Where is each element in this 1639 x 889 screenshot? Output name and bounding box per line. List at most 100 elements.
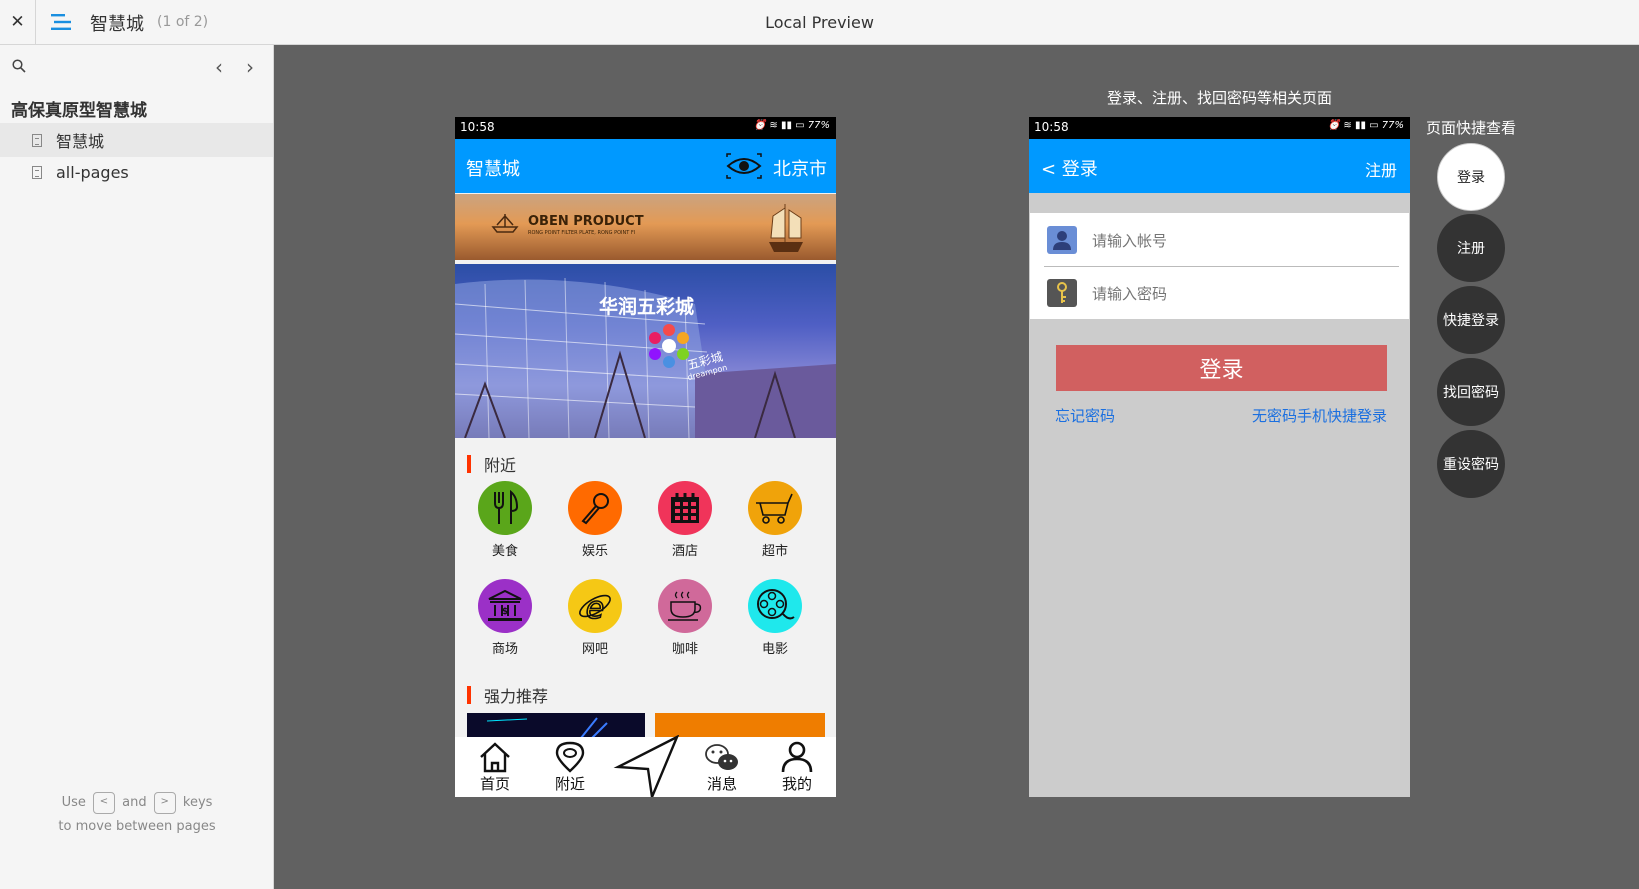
microphone-icon	[568, 481, 622, 535]
category-food[interactable]: 美食	[470, 481, 540, 559]
account-icon	[1047, 226, 1077, 254]
eye-icon[interactable]	[726, 153, 762, 179]
register-link[interactable]: 注册	[1365, 157, 1397, 181]
recommend-section-heading: 强力推荐	[467, 683, 548, 707]
fork-knife-icon	[478, 481, 532, 535]
internet-icon: e	[568, 579, 622, 633]
tab-navigate[interactable]	[605, 735, 685, 797]
category-mall[interactable]: $ 商场	[470, 579, 540, 657]
status-time: 10:58	[460, 120, 495, 134]
quick-view-reset-password[interactable]: 重设密码	[1437, 430, 1505, 498]
previous-page-button[interactable]: ‹	[215, 55, 223, 79]
tab-label: 首页	[479, 775, 510, 793]
section-bar	[467, 455, 471, 473]
mall-title: 华润五彩城	[599, 296, 695, 318]
home-icon	[480, 742, 510, 773]
sidebar: ‹ › 高保真原型智慧城 智慧城 all-pages Use < and > k…	[0, 45, 274, 889]
bank-icon: $	[478, 579, 532, 633]
status-bar: 10:58 ⏰ ≋ ▮▮ ▭ 77%	[1029, 117, 1410, 139]
navigation-arrow-icon	[613, 735, 680, 797]
page-item-label: all-pages	[56, 162, 129, 182]
quick-view-quick-login[interactable]: 快捷登录	[1437, 286, 1505, 354]
cart-icon	[748, 481, 802, 535]
banner-brand: OBEN PRODUCT	[528, 214, 644, 229]
form-divider	[1044, 266, 1399, 267]
quick-login-link[interactable]: 无密码手机快捷登录	[1252, 405, 1387, 426]
help-keys: keys	[182, 795, 213, 810]
category-label: 咖啡	[671, 642, 698, 657]
coffee-icon	[658, 579, 712, 633]
hotel-icon	[658, 481, 712, 535]
login-form	[1030, 213, 1409, 319]
sitemap-menu-icon[interactable]	[51, 13, 71, 31]
help-line-2: to move between pages	[58, 819, 216, 834]
key-icon	[1047, 279, 1077, 307]
top-bar: ✕ 智慧城 (1 of 2) Local Preview	[0, 0, 1639, 45]
category-label: 娱乐	[581, 544, 608, 559]
password-input[interactable]	[1090, 278, 1394, 310]
left-key: <	[93, 791, 115, 814]
home-screen: 10:58 ⏰ ≋ ▮▮ ▭ 77% 智慧城 北京市 OBEN PRODUCT …	[455, 117, 836, 797]
search-icon[interactable]	[12, 59, 26, 73]
quick-view-register[interactable]: 注册	[1437, 214, 1505, 282]
quick-view-login[interactable]: 登录	[1437, 143, 1505, 211]
category-entertainment[interactable]: 娱乐	[560, 481, 630, 559]
nearby-section-heading: 附近	[467, 452, 516, 476]
tab-home[interactable]: 首页	[465, 741, 525, 794]
ad-banner[interactable]: OBEN PRODUCT RONG POINT FILTER PLATE, RO…	[455, 194, 836, 260]
category-hotel[interactable]: 酒店	[650, 481, 720, 559]
quick-view-find-password[interactable]: 找回密码	[1437, 358, 1505, 426]
project-title: 智慧城	[90, 14, 144, 35]
tab-messages[interactable]: 消息	[692, 741, 752, 794]
page-icon	[32, 133, 42, 147]
nearby-heading: 附近	[484, 456, 517, 475]
page-count: (1 of 2)	[157, 14, 209, 30]
sailing-ship-icon	[769, 204, 803, 252]
status-bar: 10:58 ⏰ ≋ ▮▮ ▭ 77%	[455, 117, 836, 139]
ship-logo-icon	[491, 214, 519, 233]
login-button[interactable]: 登录	[1056, 345, 1387, 391]
category-label: 电影	[761, 642, 788, 657]
tab-nearby[interactable]: 附近	[540, 741, 600, 794]
close-button[interactable]: ✕	[0, 0, 36, 44]
user-icon	[781, 741, 813, 773]
category-label: 超市	[761, 544, 788, 559]
app-header: 智慧城 北京市	[455, 139, 836, 193]
recommend-heading: 强力推荐	[484, 687, 549, 706]
app-title: 智慧城	[466, 159, 520, 180]
category-label: 美食	[491, 544, 518, 559]
quick-view-heading: 页面快捷查看	[1425, 119, 1516, 137]
bottom-tab-bar: 首页 附近 消息 我的	[455, 735, 836, 797]
category-internet-cafe[interactable]: e 网吧	[560, 579, 630, 657]
login-screen: 10:58 ⏰ ≋ ▮▮ ▭ 77% < 登录 注册 登录 忘记密码 无密码手机…	[1029, 117, 1410, 797]
category-label: 网吧	[581, 642, 608, 657]
section-bar	[467, 686, 471, 704]
mall-banner[interactable]: 华润五彩城 五彩城 dreampon	[455, 264, 836, 438]
account-input[interactable]	[1090, 225, 1394, 257]
next-page-button[interactable]: ›	[246, 55, 254, 79]
back-button[interactable]: < 登录	[1041, 155, 1098, 181]
film-reel-icon	[748, 579, 802, 633]
page-item-label: 智慧城	[56, 132, 105, 151]
tab-label: 附近	[554, 775, 585, 793]
chat-icon	[705, 744, 738, 770]
status-icons: ⏰ ≋ ▮▮ ▭ 77%	[1327, 120, 1404, 131]
help-and: and	[122, 795, 147, 810]
status-time: 10:58	[1034, 120, 1069, 134]
keyboard-help: Use < and > keys to move between pages	[0, 791, 274, 839]
location-pin-icon	[555, 741, 585, 773]
status-battery: 77%	[807, 120, 830, 131]
tab-profile[interactable]: 我的	[767, 741, 827, 794]
category-label: 酒店	[671, 544, 698, 559]
category-movie[interactable]: 电影	[740, 579, 810, 657]
tab-label: 消息	[706, 775, 737, 793]
forgot-password-link[interactable]: 忘记密码	[1055, 405, 1115, 426]
page-item-all-pages[interactable]: all-pages	[0, 155, 273, 189]
city-selector[interactable]: 北京市	[773, 155, 827, 181]
tab-label: 我的	[781, 775, 812, 793]
category-supermarket[interactable]: 超市	[740, 481, 810, 559]
category-coffee[interactable]: 咖啡	[650, 579, 720, 657]
login-header: < 登录 注册	[1029, 139, 1410, 193]
page-item-zhihuicheng[interactable]: 智慧城	[0, 123, 273, 157]
svg-text:$: $	[502, 607, 508, 617]
